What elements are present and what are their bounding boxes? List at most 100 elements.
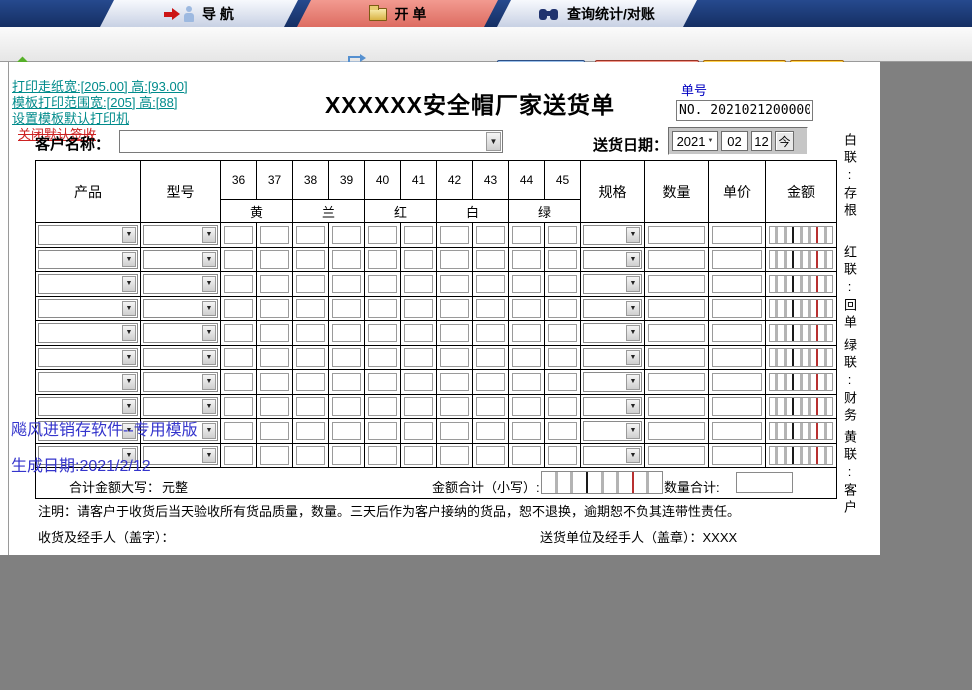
chevron-down-icon[interactable]: ▼ <box>122 325 136 341</box>
size-qty-input[interactable] <box>224 225 253 244</box>
size-qty-input[interactable] <box>512 323 541 342</box>
model-combo[interactable]: ▼ <box>143 274 218 294</box>
product-combo[interactable]: ▼ <box>38 323 138 343</box>
qty-input[interactable] <box>648 225 705 244</box>
chevron-down-icon[interactable]: ▼ <box>122 398 136 414</box>
size-qty-input[interactable] <box>368 323 397 342</box>
size-qty-input[interactable] <box>476 421 505 440</box>
model-combo[interactable]: ▼ <box>143 298 218 318</box>
chevron-down-icon[interactable]: ▼ <box>122 374 136 390</box>
product-combo[interactable]: ▼ <box>38 347 138 367</box>
size-qty-input[interactable] <box>512 348 541 367</box>
chevron-down-icon[interactable]: ▼ <box>626 325 640 341</box>
size-qty-input[interactable] <box>548 421 577 440</box>
date-month-field[interactable]: 02 <box>721 131 748 151</box>
chevron-down-icon[interactable]: ▼ <box>626 349 640 365</box>
size-qty-input[interactable] <box>332 348 361 367</box>
size-qty-input[interactable] <box>404 323 433 342</box>
size-qty-input[interactable] <box>512 397 541 416</box>
size-qty-input[interactable] <box>476 299 505 318</box>
size-qty-input[interactable] <box>296 274 325 293</box>
tab-navigation[interactable]: 导 航 <box>100 0 298 27</box>
size-qty-input[interactable] <box>548 348 577 367</box>
product-combo[interactable]: ▼ <box>38 298 138 318</box>
chevron-down-icon[interactable]: ▼ <box>486 132 501 151</box>
size-qty-input[interactable] <box>404 348 433 367</box>
chevron-down-icon[interactable]: ▼ <box>626 398 640 414</box>
size-qty-input[interactable] <box>296 348 325 367</box>
spec-combo[interactable]: ▼ <box>583 347 642 367</box>
chevron-down-icon[interactable]: ▼ <box>626 251 640 267</box>
chevron-down-icon[interactable]: ▼ <box>202 300 216 316</box>
size-qty-input[interactable] <box>512 421 541 440</box>
size-qty-input[interactable] <box>440 323 469 342</box>
chevron-down-icon[interactable]: ▼ <box>626 276 640 292</box>
size-qty-input[interactable] <box>368 446 397 465</box>
qty-input[interactable] <box>648 250 705 269</box>
model-combo[interactable]: ▼ <box>143 323 218 343</box>
customer-combo[interactable]: ▼ <box>119 130 503 153</box>
chevron-down-icon[interactable]: ▼ <box>202 325 216 341</box>
size-qty-input[interactable] <box>548 397 577 416</box>
chevron-down-icon[interactable]: ▼ <box>202 447 216 463</box>
chevron-down-icon[interactable]: ▼ <box>122 300 136 316</box>
size-qty-input[interactable] <box>404 225 433 244</box>
price-input[interactable] <box>712 348 762 367</box>
price-input[interactable] <box>712 274 762 293</box>
spec-combo[interactable]: ▼ <box>583 445 642 465</box>
size-qty-input[interactable] <box>260 446 289 465</box>
tab-query-stats[interactable]: 查询统计/对账 <box>497 0 697 27</box>
spec-combo[interactable]: ▼ <box>583 421 642 441</box>
size-qty-input[interactable] <box>404 250 433 269</box>
spec-combo[interactable]: ▼ <box>583 372 642 392</box>
size-qty-input[interactable] <box>404 372 433 391</box>
size-qty-input[interactable] <box>332 372 361 391</box>
price-input[interactable] <box>712 323 762 342</box>
model-combo[interactable]: ▼ <box>143 372 218 392</box>
size-qty-input[interactable] <box>332 446 361 465</box>
size-qty-input[interactable] <box>548 274 577 293</box>
price-input[interactable] <box>712 421 762 440</box>
model-combo[interactable]: ▼ <box>143 225 218 245</box>
size-qty-input[interactable] <box>260 274 289 293</box>
size-qty-input[interactable] <box>368 225 397 244</box>
price-input[interactable] <box>712 225 762 244</box>
spec-combo[interactable]: ▼ <box>583 396 642 416</box>
size-qty-input[interactable] <box>260 225 289 244</box>
size-qty-input[interactable] <box>260 250 289 269</box>
size-qty-input[interactable] <box>260 397 289 416</box>
size-qty-input[interactable] <box>368 372 397 391</box>
size-qty-input[interactable] <box>440 225 469 244</box>
size-qty-input[interactable] <box>224 299 253 318</box>
size-qty-input[interactable] <box>476 397 505 416</box>
size-qty-input[interactable] <box>476 250 505 269</box>
date-year-select[interactable]: 2021 ▼ <box>672 131 718 151</box>
size-qty-input[interactable] <box>260 323 289 342</box>
size-qty-input[interactable] <box>512 299 541 318</box>
price-input[interactable] <box>712 372 762 391</box>
product-combo[interactable]: ▼ <box>38 396 138 416</box>
size-qty-input[interactable] <box>440 274 469 293</box>
spec-combo[interactable]: ▼ <box>583 274 642 294</box>
size-qty-input[interactable] <box>440 250 469 269</box>
chevron-down-icon[interactable]: ▼ <box>122 276 136 292</box>
size-qty-input[interactable] <box>404 421 433 440</box>
chevron-down-icon[interactable]: ▼ <box>122 349 136 365</box>
spec-combo[interactable]: ▼ <box>583 225 642 245</box>
product-combo[interactable]: ▼ <box>38 225 138 245</box>
size-qty-input[interactable] <box>368 250 397 269</box>
size-qty-input[interactable] <box>296 446 325 465</box>
price-input[interactable] <box>712 250 762 269</box>
model-combo[interactable]: ▼ <box>143 347 218 367</box>
size-qty-input[interactable] <box>224 397 253 416</box>
qty-total-input[interactable] <box>736 472 793 493</box>
chevron-down-icon[interactable]: ▼ <box>122 227 136 243</box>
size-qty-input[interactable] <box>224 250 253 269</box>
size-qty-input[interactable] <box>440 299 469 318</box>
size-qty-input[interactable] <box>512 446 541 465</box>
size-qty-input[interactable] <box>548 299 577 318</box>
size-qty-input[interactable] <box>224 323 253 342</box>
tab-billing[interactable]: 开 单 <box>297 0 498 27</box>
chevron-down-icon[interactable]: ▼ <box>626 374 640 390</box>
product-combo[interactable]: ▼ <box>38 372 138 392</box>
